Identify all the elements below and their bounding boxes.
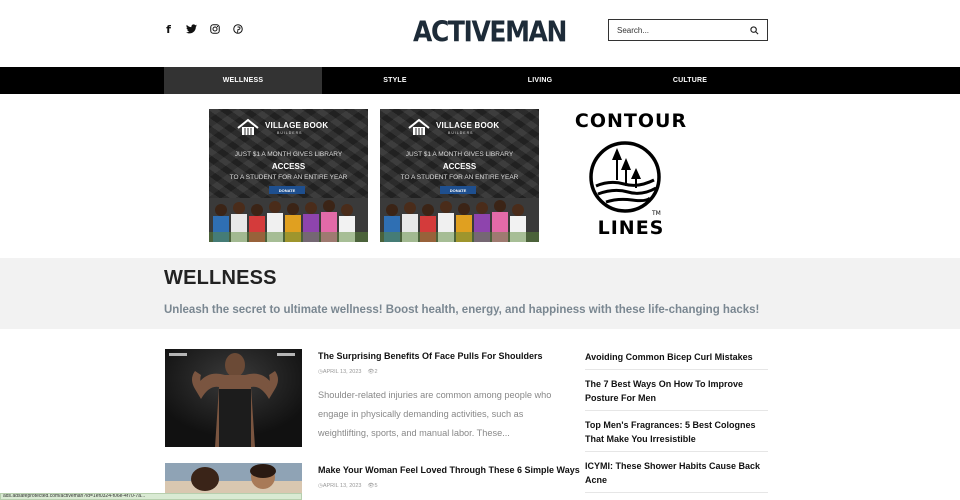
article-meta: ◷APRIL 13, 2023 👁2 [318,369,378,375]
search-icon[interactable] [750,25,759,35]
sidebar-divider [585,451,768,452]
search-input[interactable] [617,25,737,35]
ad-banner-contour-lines[interactable]: CONTOUR TM LINES [555,110,707,242]
ad-brand-sub: BUILDERS [448,131,474,135]
site-logo[interactable]: ACTIVEMAN [413,14,567,51]
article-views: 5 [374,483,378,489]
ad-brand-sub: BUILDERS [277,131,303,135]
clock-icon: ◷APRIL 13, 2023 [318,483,362,489]
pinterest-icon[interactable] [231,22,244,36]
article-meta: ◷APRIL 13, 2023 👁5 [318,483,378,489]
donate-button[interactable]: DONATE [269,186,305,194]
social-links: f [162,22,244,36]
article-title[interactable]: Make Your Woman Feel Loved Through These… [318,465,580,475]
nav-item-culture[interactable]: CULTURE [611,67,769,94]
ad-text-line1: JUST $1 A MONTH GIVES LIBRARY [405,151,514,158]
sidebar-article-link[interactable]: Avoiding Common Bicep Curl Mistakes [585,350,768,364]
facebook-icon[interactable]: f [162,22,175,36]
category-description: Unleash the secret to ultimate wellness!… [164,304,760,316]
ad-text-line2: ACCESS [271,162,306,171]
article-excerpt: Shoulder-related injuries are common amo… [318,390,552,438]
donate-button[interactable]: DONATE [440,186,476,194]
ad-text-line1: JUST $1 A MONTH GIVES LIBRARY [234,151,343,158]
main-nav: WELLNESS STYLE LIVING CULTURE [0,67,960,94]
category-header: WELLNESS Unleash the secret to ultimate … [0,258,960,329]
sidebar-divider [585,492,768,493]
ad-banner-village-book-2[interactable]: VILLAGE BOOK BUILDERS JUST $1 A MONTH GI… [380,109,539,242]
contour-title: CONTOUR [574,110,688,132]
ad-text-line3: TO A STUDENT FOR AN ENTIRE YEAR [229,174,348,181]
search-box[interactable] [608,19,768,41]
sidebar-article-link[interactable]: ICYMI: These Shower Habits Cause Back Ac… [585,459,768,487]
article-date: APRIL 13, 2023 [322,483,362,489]
nav-item-wellness[interactable]: WELLNESS [164,67,322,94]
sidebar-divider [585,369,768,370]
eye-icon: 👁5 [367,483,378,489]
house-icon [408,118,430,135]
category-title: WELLNESS [164,267,277,289]
instagram-icon[interactable] [208,22,221,36]
contour-lines-logo: TM [589,141,661,216]
article-thumbnail[interactable] [165,349,302,447]
ad-brand: VILLAGE BOOK [436,121,500,130]
clock-icon: ◷APRIL 13, 2023 [318,369,362,375]
sidebar-article-link[interactable]: Top Men's Fragrances: 5 Best Colognes Th… [585,418,768,446]
man-back-muscles-photo [165,349,302,447]
ad-text-line2: ACCESS [442,162,477,171]
nav-item-living[interactable]: LIVING [461,67,619,94]
sidebar-divider [585,410,768,411]
contour-tm-mark: TM [651,210,661,216]
ad-photo-children [380,198,539,242]
twitter-icon[interactable] [185,22,198,36]
contour-subtitle: LINES [597,217,665,239]
ad-photo-children [209,198,368,242]
sidebar-article-link[interactable]: The 7 Best Ways On How To Improve Postur… [585,377,768,405]
site-header: f ACTIVEMAN [0,0,960,67]
eye-icon: 👁2 [367,369,378,375]
ad-brand: VILLAGE BOOK [265,121,329,130]
nav-item-style[interactable]: STYLE [316,67,474,94]
article-views: 2 [374,369,378,375]
ad-text-line3: TO A STUDENT FOR AN ENTIRE YEAR [400,174,519,181]
house-icon [237,118,259,135]
article-date: APRIL 13, 2023 [322,369,362,375]
article-title[interactable]: The Surprising Benefits Of Face Pulls Fo… [318,351,543,361]
browser-status-bar: ads.adsafeprotected.com/activeman?id=1ef… [0,493,302,500]
ad-banner-village-book-1[interactable]: VILLAGE BOOK BUILDERS JUST $1 A MONTH GI… [209,109,368,242]
